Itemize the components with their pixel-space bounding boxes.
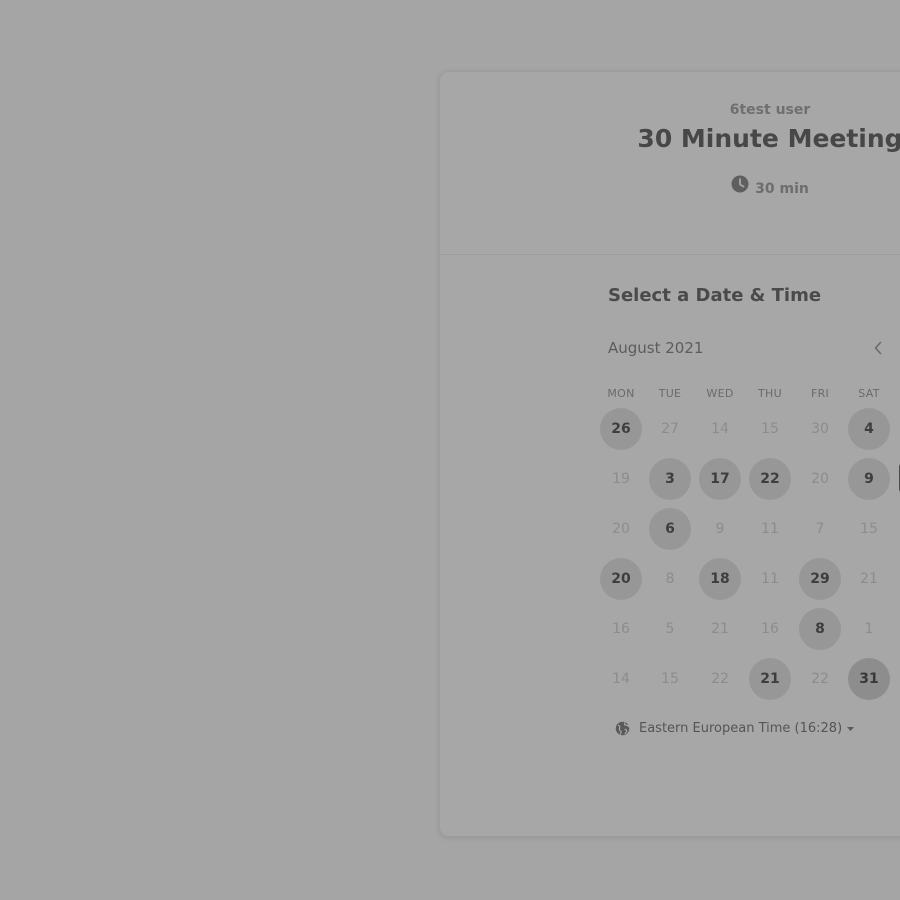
weekday-mon: MON [607, 387, 635, 400]
event-title: 30 Minute Meeting [637, 124, 900, 153]
globe-icon [615, 721, 630, 736]
event-header: 6test user 30 Minute Meeting 30 min [440, 72, 900, 255]
calendar-day-available[interactable]: 18 [699, 558, 741, 600]
month-label: August 2021 [608, 339, 704, 357]
booking-card: 6test user 30 Minute Meeting 30 min Sele… [439, 71, 900, 837]
calendar-day: 11 [761, 571, 779, 587]
calendar-day: 22 [711, 671, 729, 687]
calendar-day: 22 [811, 671, 829, 687]
calendar-day-available[interactable]: 9 [848, 458, 890, 500]
caret-down-icon [846, 726, 855, 732]
calendar-day: 1 [864, 621, 874, 637]
prev-month-button[interactable] [868, 336, 888, 360]
calendar-day: 16 [612, 621, 630, 637]
calendar-day: 14 [711, 421, 729, 437]
event-duration: 30 min [440, 175, 900, 200]
calendar-day: 9 [715, 521, 725, 537]
calendar-day: 21 [711, 621, 729, 637]
weekday-wed: WED [706, 387, 734, 400]
timezone-selector[interactable]: Eastern European Time (16:28) [615, 721, 855, 736]
chevron-left-icon [874, 341, 882, 355]
calendar-day-available[interactable]: 4 [848, 408, 890, 450]
host-name: 6test user [729, 102, 811, 118]
weekday-fri: FRI [810, 387, 830, 400]
calendar-day-available[interactable]: 6 [649, 508, 691, 550]
timezone-label: Eastern European Time (16:28) [639, 721, 843, 736]
section-title: Select a Date & Time [608, 285, 822, 306]
calendar-day: 5 [665, 621, 675, 637]
duration-label: 30 min [755, 181, 809, 197]
calendar-day: 15 [661, 671, 679, 687]
calendar-day-available[interactable]: 29 [799, 558, 841, 600]
calendar-day-available[interactable]: 22 [749, 458, 791, 500]
calendar-day-available[interactable]: 20 [600, 558, 642, 600]
clock-icon [731, 175, 749, 197]
weekday-sat: SAT [858, 387, 880, 400]
calendar-day: 19 [612, 471, 630, 487]
calendar-day: 16 [761, 621, 779, 637]
calendar-day-available[interactable]: 26 [600, 408, 642, 450]
calendar-day-available[interactable]: 3 [649, 458, 691, 500]
calendar-day: 7 [815, 521, 825, 537]
calendar-day: 21 [860, 571, 878, 587]
calendar-day-available[interactable]: 31 [848, 658, 890, 700]
calendar-day: 11 [761, 521, 779, 537]
calendar-day: 15 [761, 421, 779, 437]
calendar-day: 8 [665, 571, 675, 587]
calendar-day: 30 [811, 421, 829, 437]
calendar-day-available[interactable]: 8 [799, 608, 841, 650]
weekday-tue: TUE [658, 387, 682, 400]
calendar-day: 20 [612, 521, 630, 537]
calendar-day-available[interactable]: 17 [699, 458, 741, 500]
calendar-day: 20 [811, 471, 829, 487]
weekday-thu: THU [758, 387, 782, 400]
calendar-day: 14 [612, 671, 630, 687]
calendar-day: 27 [661, 421, 679, 437]
calendar-day: 15 [860, 521, 878, 537]
calendar-day-available[interactable]: 21 [749, 658, 791, 700]
